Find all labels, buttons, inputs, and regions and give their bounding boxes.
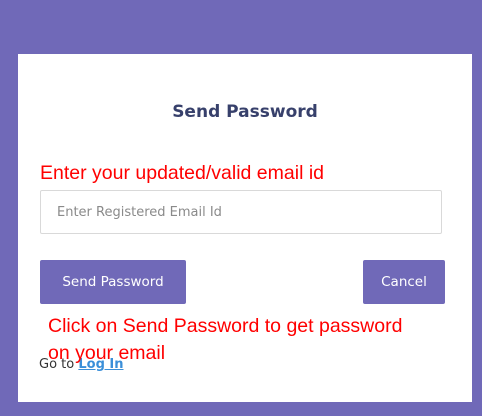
page-background: Send Password Enter your updated/valid e… — [0, 0, 482, 416]
dialog-title: Send Password — [172, 102, 318, 122]
cancel-button[interactable]: Cancel — [363, 260, 445, 304]
send-password-dialog: Send Password Enter your updated/valid e… — [18, 54, 472, 402]
send-note-line-1: Click on Send Password to get password — [48, 315, 403, 337]
email-instruction-annotation: Enter your updated/valid email id — [40, 162, 324, 184]
send-note-line-2: on your email — [48, 342, 166, 364]
send-password-button[interactable]: Send Password — [40, 260, 186, 304]
email-input[interactable] — [40, 190, 442, 234]
send-password-instruction-annotation: Click on Send Password to get password o… — [48, 313, 402, 367]
